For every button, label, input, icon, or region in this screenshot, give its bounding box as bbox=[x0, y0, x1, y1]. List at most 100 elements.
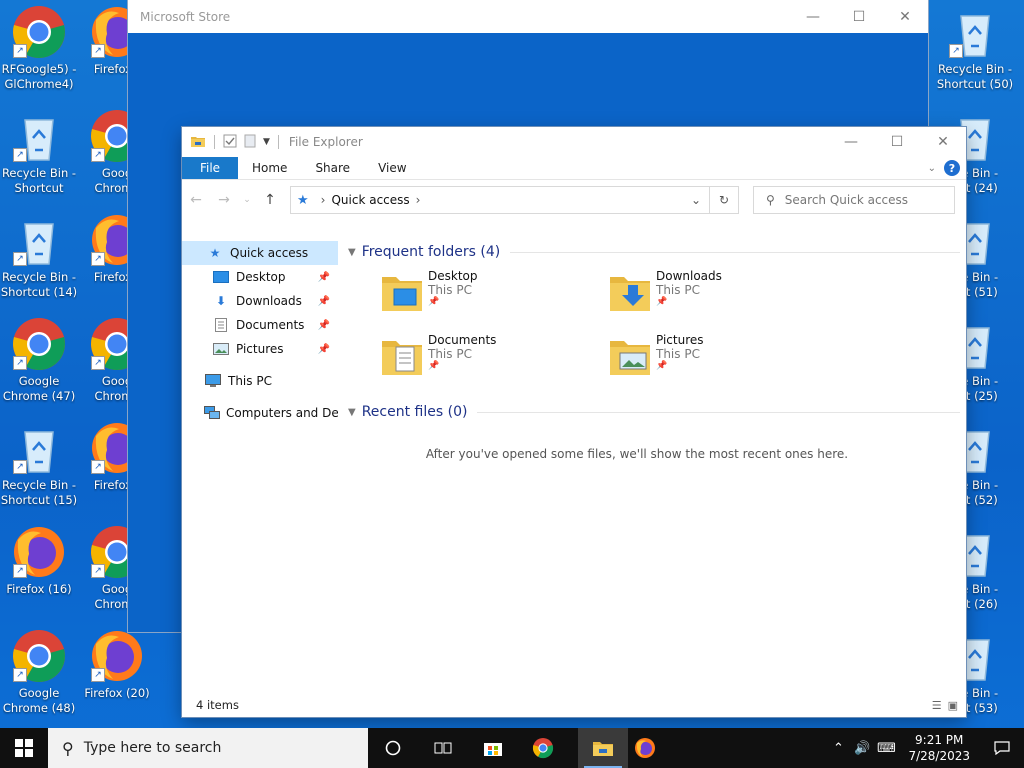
shortcut-arrow-icon: ↗ bbox=[91, 668, 105, 682]
shortcut-arrow-icon: ↗ bbox=[13, 668, 27, 682]
volume-icon[interactable]: 🔊 bbox=[850, 741, 874, 756]
desktop-shortcut-label: Recycle Bin - Shortcut (15) bbox=[0, 478, 78, 507]
folder-tile-pictures[interactable]: Pictures This PC 📌 bbox=[608, 333, 836, 381]
task-view-button[interactable] bbox=[418, 728, 468, 768]
search-icon: ⚲ bbox=[766, 193, 775, 207]
new-folder-icon[interactable] bbox=[243, 134, 257, 151]
tab-home[interactable]: Home bbox=[238, 157, 301, 179]
customize-toolbar-chevron-icon[interactable]: ▼ bbox=[263, 137, 270, 147]
nav-downloads[interactable]: ⬇ Downloads 📌 bbox=[182, 289, 338, 313]
desktop-shortcut-label: Recycle Bin - Shortcut (50) bbox=[936, 62, 1014, 91]
store-close-button[interactable]: ✕ bbox=[882, 0, 928, 33]
desktop-shortcut[interactable]: ↗ Recycle Bin - Shortcut (50) bbox=[936, 0, 1014, 96]
explorer-title-bar[interactable]: ▼ File Explorer — ☐ ✕ bbox=[182, 127, 966, 157]
nav-pictures[interactable]: Pictures 📌 bbox=[182, 337, 338, 361]
tab-share[interactable]: Share bbox=[301, 157, 364, 179]
quick-access-star-icon: ★ bbox=[297, 192, 309, 208]
show-hidden-icons-chevron-icon[interactable]: ⌃ bbox=[826, 741, 850, 756]
nav-quick-access[interactable]: ★ Quick access bbox=[182, 241, 338, 265]
desktop-shortcut[interactable]: ↗ Google Chrome (47) bbox=[0, 312, 78, 408]
folder-tile-desktop[interactable]: Desktop This PC 📌 bbox=[380, 269, 608, 317]
cortana-button[interactable] bbox=[368, 728, 418, 768]
desktop-shortcut[interactable]: ↗ RFGoogle5) - GlChrome4) bbox=[0, 0, 78, 96]
details-view-icon[interactable]: ☰ bbox=[932, 699, 942, 712]
collapse-chevron-icon[interactable]: ▼ bbox=[348, 247, 356, 258]
address-dropdown-icon[interactable]: ⌄ bbox=[683, 193, 709, 207]
explorer-minimize-button[interactable]: — bbox=[828, 127, 874, 157]
notifications-button[interactable] bbox=[980, 741, 1024, 755]
explorer-close-button[interactable]: ✕ bbox=[920, 127, 966, 157]
network-icon bbox=[204, 406, 220, 420]
windows-logo-icon bbox=[15, 739, 33, 757]
navigation-pane: ★ Quick access Desktop 📌 ⬇ Downloads 📌 D… bbox=[182, 239, 338, 693]
folder-location: This PC bbox=[656, 347, 700, 361]
folder-name: Desktop bbox=[428, 269, 478, 283]
tab-view[interactable]: View bbox=[364, 157, 420, 179]
help-icon[interactable]: ? bbox=[944, 160, 960, 176]
collapse-chevron-icon[interactable]: ▼ bbox=[348, 407, 356, 418]
breadcrumb-chevron-icon[interactable]: › bbox=[321, 193, 326, 207]
search-box[interactable]: ⚲ Search Quick access bbox=[753, 186, 955, 214]
shortcut-arrow-icon: ↗ bbox=[91, 356, 105, 370]
desktop-shortcut-label: Firefox (20) bbox=[84, 686, 150, 700]
start-button[interactable] bbox=[0, 728, 48, 768]
shortcut-arrow-icon: ↗ bbox=[13, 148, 27, 162]
folder-location: This PC bbox=[428, 283, 472, 297]
folder-tile-downloads[interactable]: Downloads This PC 📌 bbox=[608, 269, 836, 317]
folder-tile-documents[interactable]: Documents This PC 📌 bbox=[380, 333, 608, 381]
pin-icon: 📌 bbox=[656, 361, 668, 371]
store-title-bar[interactable]: Microsoft Store — ☐ ✕ bbox=[128, 0, 928, 33]
chrome-icon: ↗ bbox=[11, 4, 67, 60]
navigation-bar: ← → ⌄ ↑ ★ › Quick access › ⌄ ↻ ⚲ Search … bbox=[182, 179, 966, 220]
explorer-maximize-button[interactable]: ☐ bbox=[874, 127, 920, 157]
nav-network[interactable]: Computers and Devices bbox=[182, 401, 338, 425]
address-bar[interactable]: ★ › Quick access › ⌄ bbox=[290, 186, 710, 214]
shortcut-arrow-icon: ↗ bbox=[91, 564, 105, 578]
up-button[interactable]: ↑ bbox=[256, 192, 284, 208]
desktop-shortcut[interactable]: ↗ Firefox (20) bbox=[78, 624, 156, 720]
folder-name: Downloads bbox=[656, 269, 722, 283]
pin-icon: 📌 bbox=[317, 343, 330, 355]
clock[interactable]: 9:21 PM 7/28/2023 bbox=[898, 732, 980, 764]
file-explorer-taskbar-icon[interactable] bbox=[578, 728, 628, 768]
nav-desktop[interactable]: Desktop 📌 bbox=[182, 265, 338, 289]
desktop-shortcut[interactable]: ↗ Recycle Bin - Shortcut bbox=[0, 104, 78, 200]
shortcut-arrow-icon: ↗ bbox=[13, 460, 27, 474]
shortcut-arrow-icon: ↗ bbox=[91, 460, 105, 474]
large-icons-view-icon[interactable]: ▣ bbox=[948, 699, 958, 712]
file-explorer-window[interactable]: ▼ File Explorer — ☐ ✕ File Home Share Vi… bbox=[182, 127, 966, 717]
touch-keyboard-icon[interactable]: ⌨ bbox=[874, 741, 898, 756]
nav-documents[interactable]: Documents 📌 bbox=[182, 313, 338, 337]
desktop-shortcut[interactable]: ↗ Google Chrome (48) bbox=[0, 624, 78, 720]
microsoft-store-taskbar-icon[interactable] bbox=[468, 728, 518, 768]
recent-files-header[interactable]: ▼ Recent files (0) bbox=[348, 399, 966, 425]
content-pane: ▼ Frequent folders (4) Desktop This PC 📌 Do… bbox=[338, 239, 966, 693]
folder-location: This PC bbox=[428, 347, 472, 361]
firefox-taskbar-icon[interactable] bbox=[628, 728, 662, 768]
taskbar-search-box[interactable]: ⚲ Type here to search bbox=[48, 728, 368, 768]
properties-icon[interactable] bbox=[223, 134, 237, 151]
back-button[interactable]: ← bbox=[182, 192, 210, 208]
forward-button[interactable]: → bbox=[210, 192, 238, 208]
breadcrumb-chevron-icon[interactable]: › bbox=[416, 193, 421, 207]
chrome-taskbar-icon[interactable] bbox=[518, 728, 568, 768]
expand-ribbon-chevron-icon[interactable]: ⌄ bbox=[928, 163, 936, 174]
nav-this-pc[interactable]: This PC bbox=[182, 369, 338, 393]
recycle-bin-icon: ↗ bbox=[947, 4, 1003, 60]
breadcrumb-quick-access[interactable]: Quick access bbox=[331, 193, 409, 207]
store-maximize-button[interactable]: ☐ bbox=[836, 0, 882, 33]
desktop-shortcut[interactable]: ↗ Recycle Bin - Shortcut (15) bbox=[0, 416, 78, 512]
desktop-shortcut[interactable]: ↗ Recycle Bin - Shortcut (14) bbox=[0, 208, 78, 304]
recycle-bin-icon: ↗ bbox=[11, 108, 67, 164]
desktop-shortcut-label: RFGoogle5) - GlChrome4) bbox=[1, 62, 77, 91]
desktop-shortcut-label: Google Chrome (48) bbox=[2, 686, 76, 715]
item-count: 4 items bbox=[196, 698, 239, 712]
tab-file[interactable]: File bbox=[182, 157, 238, 179]
store-minimize-button[interactable]: — bbox=[790, 0, 836, 33]
desktop-shortcut[interactable]: ↗ Firefox (16) bbox=[0, 520, 78, 616]
refresh-button[interactable]: ↻ bbox=[710, 186, 739, 214]
firefox-icon: ↗ bbox=[89, 628, 145, 684]
frequent-folders-header[interactable]: ▼ Frequent folders (4) bbox=[348, 239, 966, 265]
desktop-shortcut-label: Recycle Bin - Shortcut bbox=[1, 166, 77, 195]
recent-locations-chevron-icon[interactable]: ⌄ bbox=[238, 195, 256, 205]
